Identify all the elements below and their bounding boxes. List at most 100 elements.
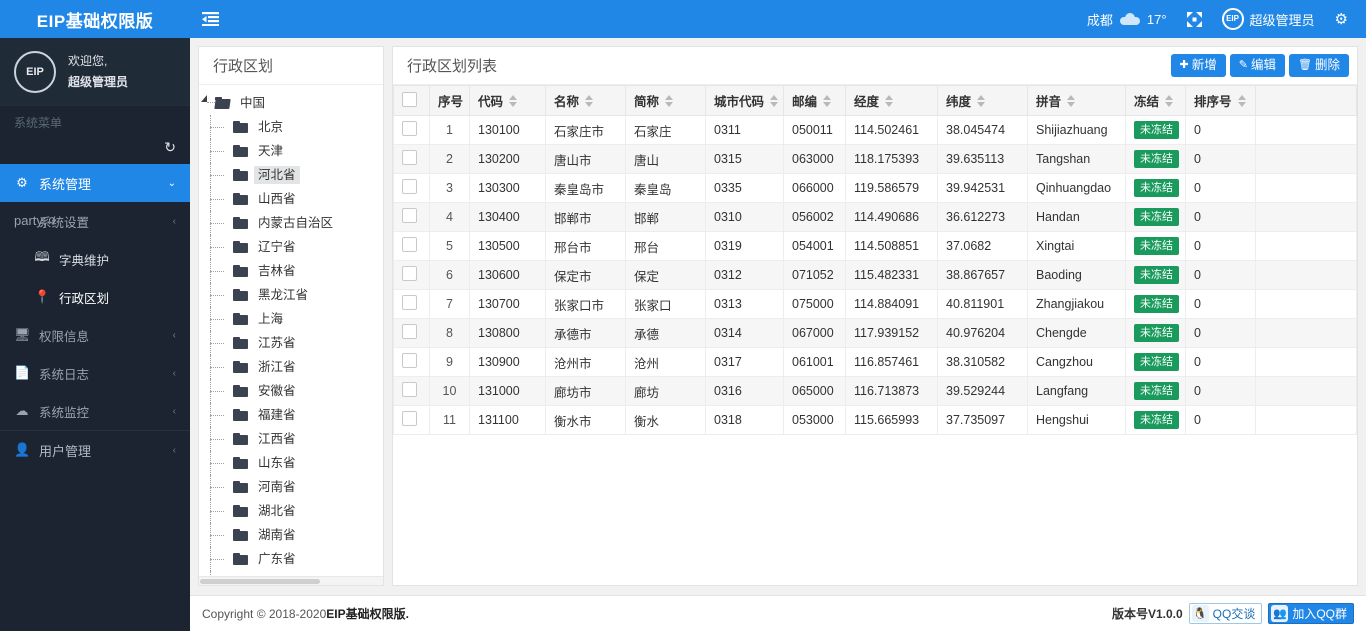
- tree-node[interactable]: 辽宁省: [199, 235, 383, 259]
- add-button[interactable]: ✚ 新增: [1170, 54, 1226, 77]
- tree-node-root[interactable]: 中国: [199, 91, 383, 115]
- sort-icon[interactable]: [1237, 94, 1246, 107]
- row-checkbox[interactable]: [402, 353, 417, 368]
- fullscreen-button[interactable]: [1177, 0, 1212, 38]
- tree-node[interactable]: 山西省: [199, 187, 383, 211]
- row-checkbox[interactable]: [402, 179, 417, 194]
- qq-group-button[interactable]: 👥 加入QQ群: [1268, 603, 1354, 624]
- row-checkbox[interactable]: [402, 295, 417, 310]
- row-checkbox[interactable]: [402, 382, 417, 397]
- table-column-header-short[interactable]: 简称: [625, 85, 706, 116]
- column-label: 拼音: [1036, 95, 1062, 109]
- table-column-header-sort[interactable]: 排序号: [1185, 85, 1256, 116]
- tree-node[interactable]: 吉林省: [199, 259, 383, 283]
- tree-node[interactable]: 江西省: [199, 427, 383, 451]
- menu-collapse-icon[interactable]: [190, 0, 230, 38]
- row-checkbox[interactable]: [402, 121, 417, 136]
- refresh-icon[interactable]: ↻: [164, 139, 176, 156]
- sidebar-item-permissions[interactable]: 🖥 权限信息 ‹: [0, 316, 190, 354]
- sort-icon[interactable]: [665, 94, 674, 107]
- cell-checkbox: [393, 318, 430, 348]
- table-row[interactable]: 11 131100 衡水市 衡水 0318 053000 115.665993 37.7350…: [393, 405, 1357, 435]
- tree-node[interactable]: 上海: [199, 307, 383, 331]
- tree-node[interactable]: 内蒙古自治区: [199, 211, 383, 235]
- tree-node[interactable]: 江苏省: [199, 331, 383, 355]
- tree-node[interactable]: 湖南省: [199, 523, 383, 547]
- row-checkbox[interactable]: [402, 208, 417, 223]
- row-checkbox[interactable]: [402, 150, 417, 165]
- sort-icon[interactable]: [885, 94, 894, 107]
- cell-index: 8: [429, 318, 470, 348]
- folder-icon: [233, 193, 248, 205]
- sidebar-item-system-settings[interactable]: party;⚪ 系统设置 ‹: [0, 202, 190, 240]
- settings-button[interactable]: ⚙: [1325, 0, 1358, 38]
- table-column-header-name[interactable]: 名称: [545, 85, 626, 116]
- tree-node[interactable]: 河南省: [199, 475, 383, 499]
- table-row[interactable]: 5 130500 邢台市 邢台 0319 054001 114.508851 37.0682 X…: [393, 231, 1357, 261]
- sort-icon[interactable]: [1165, 94, 1174, 107]
- tree-node[interactable]: 福建省: [199, 403, 383, 427]
- table-row[interactable]: 4 130400 邯郸市 邯郸 0310 056002 114.490686 36.61227…: [393, 202, 1357, 232]
- sidebar-item-system-management[interactable]: ⚙ 系统管理 ⌄: [0, 164, 190, 202]
- tree-node[interactable]: 北京: [199, 115, 383, 139]
- row-checkbox[interactable]: [402, 324, 417, 339]
- table-column-header-code[interactable]: 代码: [469, 85, 546, 116]
- table-row[interactable]: 6 130600 保定市 保定 0312 071052 115.482331 38.86765…: [393, 260, 1357, 290]
- delete-button-label: 删除: [1314, 58, 1340, 72]
- expand-caret-icon[interactable]: [201, 95, 207, 102]
- tree-node[interactable]: 安徽省: [199, 379, 383, 403]
- user-menu[interactable]: EIP 超级管理员: [1212, 0, 1325, 38]
- table-row[interactable]: 9 130900 沧州市 沧州 0317 061001 116.857461 38.31058…: [393, 347, 1357, 377]
- cell-citycode: 0317: [705, 347, 784, 377]
- table-column-header-lng[interactable]: 经度: [845, 85, 938, 116]
- status-badge: 未冻结: [1134, 323, 1179, 343]
- sort-icon[interactable]: [585, 94, 594, 107]
- table-row[interactable]: 7 130700 张家口市 张家口 0313 075000 114.884091 40.811…: [393, 289, 1357, 319]
- tree-node[interactable]: 河北省: [199, 163, 383, 187]
- table-row[interactable]: 8 130800 承德市 承德 0314 067000 117.939152 40.97620…: [393, 318, 1357, 348]
- tree-node[interactable]: 湖北省: [199, 499, 383, 523]
- table-row[interactable]: 1 130100 石家庄市 石家庄 0311 050011 114.502461 38.045…: [393, 115, 1357, 145]
- sort-icon[interactable]: [823, 94, 832, 107]
- tree-horizontal-scrollbar[interactable]: [199, 576, 383, 585]
- delete-button[interactable]: 🗑 删除: [1289, 54, 1349, 77]
- sort-icon[interactable]: [770, 94, 779, 107]
- row-checkbox[interactable]: [402, 237, 417, 252]
- tree-node[interactable]: 山东省: [199, 451, 383, 475]
- weather-widget[interactable]: 成都 17°: [1077, 0, 1177, 38]
- divisions-table: 序号 代码 名称 简称 城市代码 邮编 经度 纬度 拼音 冻结 排序号 1 130100 石家庄市 石家庄…: [393, 85, 1357, 435]
- sidebar-item-dictionary[interactable]: 🕮 字典维护: [0, 240, 190, 278]
- tree-node[interactable]: 天津: [199, 139, 383, 163]
- table-column-header-pinyin[interactable]: 拼音: [1027, 85, 1126, 116]
- table-column-header-frozen[interactable]: 冻结: [1125, 85, 1186, 116]
- tree-node[interactable]: 广东省: [199, 547, 383, 571]
- edit-button[interactable]: ✎ 编辑: [1229, 54, 1286, 77]
- table-column-header-zip[interactable]: 邮编: [783, 85, 846, 116]
- table-row[interactable]: 3 130300 秦皇岛市 秦皇岛 0335 066000 119.586579 39.942…: [393, 173, 1357, 203]
- column-label: 冻结: [1134, 95, 1160, 109]
- cell-frozen: 未冻结: [1125, 347, 1186, 377]
- tree-guide: [199, 283, 233, 307]
- table-row[interactable]: 2 130200 唐山市 唐山 0315 063000 118.175393 39.63511…: [393, 144, 1357, 174]
- select-all-checkbox[interactable]: [402, 91, 417, 107]
- sort-icon[interactable]: [1067, 94, 1076, 107]
- folder-icon: [233, 553, 248, 565]
- sidebar-item-administrative-divisions[interactable]: 📍 行政区划: [0, 278, 190, 316]
- table-column-header-lat[interactable]: 纬度: [937, 85, 1028, 116]
- cell-index: 3: [429, 173, 470, 203]
- table-row[interactable]: 10 131000 廊坊市 廊坊 0316 065000 116.713873 39.5292…: [393, 376, 1357, 406]
- sidebar-item-system-monitor[interactable]: ☁ 系统监控 ‹: [0, 392, 190, 430]
- cell-spacer: [1255, 231, 1357, 261]
- gear-outline-icon: party;⚪: [14, 213, 58, 228]
- sort-icon[interactable]: [977, 94, 986, 107]
- sidebar-item-user-management[interactable]: 👤 用户管理 ‹: [0, 431, 190, 469]
- region-tree[interactable]: 中国 北京 天津 河北省 山西省 内蒙古自治区 辽宁省 吉林省 黑龙江省 上海 江苏省 浙江省 安徽省…: [199, 85, 383, 585]
- tree-node[interactable]: 浙江省: [199, 355, 383, 379]
- table-column-header-citycode[interactable]: 城市代码: [705, 85, 784, 116]
- row-checkbox[interactable]: [402, 266, 417, 281]
- sort-icon[interactable]: [509, 94, 518, 107]
- qq-chat-button[interactable]: 🐧 QQ交谈: [1188, 603, 1263, 624]
- tree-node[interactable]: 黑龙江省: [199, 283, 383, 307]
- row-checkbox[interactable]: [402, 411, 417, 426]
- sidebar-item-system-log[interactable]: 📄 系统日志 ‹: [0, 354, 190, 392]
